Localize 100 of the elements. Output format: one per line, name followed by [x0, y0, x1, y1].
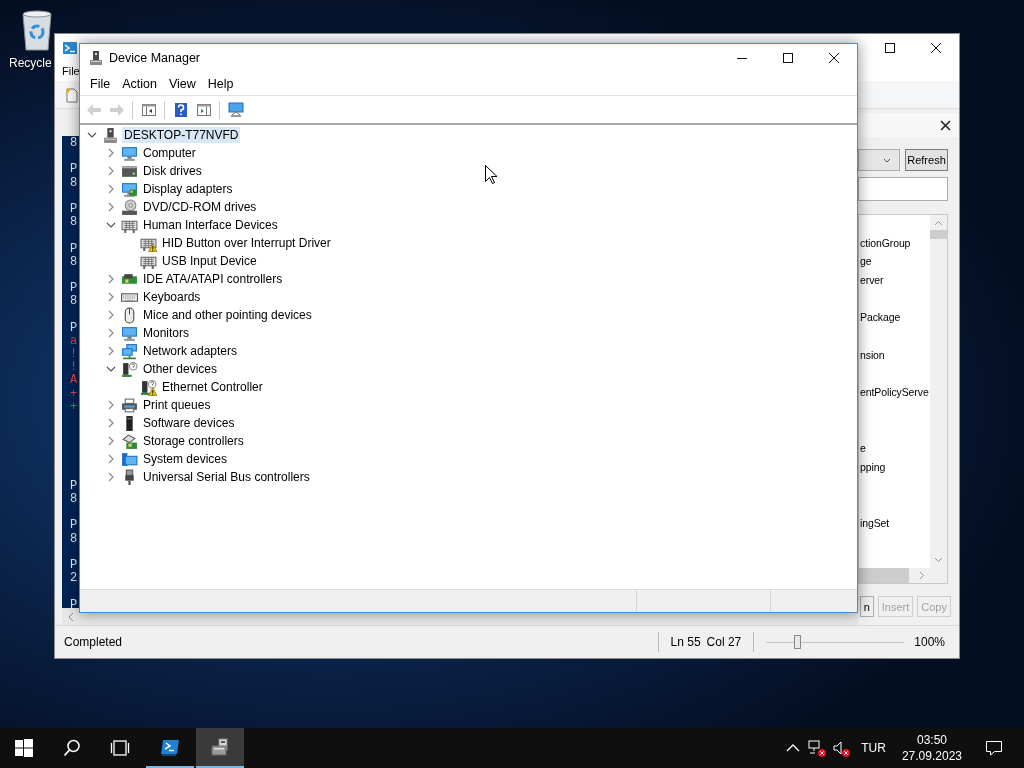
list-item[interactable]: ge [860, 255, 872, 268]
system-device-icon [121, 450, 138, 468]
new-file-icon[interactable] [64, 86, 80, 103]
menu-item[interactable]: View [162, 76, 202, 91]
console-text: P [70, 559, 78, 572]
clock-date[interactable]: 27.09.2023 [901, 749, 962, 763]
properties-icon[interactable] [195, 101, 212, 118]
console-text: 8 [70, 295, 78, 309]
tree-item[interactable]: Universal Serial Bus controllers [141, 469, 312, 485]
tree-item[interactable]: Monitors [141, 325, 191, 341]
scroll-right-icon[interactable] [919, 571, 925, 580]
close-icon [931, 42, 941, 53]
disc-drive-icon [121, 198, 138, 216]
console-text: P [70, 519, 78, 533]
list-item[interactable]: Package [860, 311, 901, 324]
tree-item[interactable]: Ethernet Controller [160, 379, 265, 395]
cursor-icon [485, 165, 497, 184]
scrollbar-thumb[interactable] [930, 230, 947, 239]
console-text: a [70, 334, 78, 348]
tree-item[interactable]: DESKTOP-T77NVFD [122, 127, 241, 143]
column-number: Col 27 [706, 635, 742, 649]
terminal-icon [62, 39, 78, 56]
computer-scan-icon[interactable] [227, 101, 244, 118]
printer-icon [121, 396, 138, 414]
tree-item[interactable]: Keyboards [141, 289, 203, 305]
console-text: 8 [70, 176, 78, 190]
desktop-icon-label[interactable]: Recycle [9, 56, 52, 70]
computer-icon [88, 50, 104, 66]
scroll-up-icon[interactable] [934, 220, 943, 226]
tree-item[interactable]: DVD/CD-ROM drives [141, 199, 259, 215]
search-field[interactable] [858, 177, 948, 201]
tree-item[interactable]: Mice and other pointing devices [141, 307, 314, 323]
tree-item[interactable]: HID Button over Interrupt Driver [160, 235, 333, 251]
storage-controller-icon [121, 432, 138, 450]
list-item[interactable]: ingSet [860, 517, 890, 529]
tree-item[interactable]: USB Input Device [160, 253, 259, 269]
console-tree-icon[interactable] [140, 101, 157, 118]
window-title: Device Manager [109, 51, 200, 65]
tree-item[interactable]: Storage controllers [141, 433, 246, 449]
tree-item[interactable]: Network adapters [141, 343, 240, 359]
line-number: Ln 55 [670, 635, 701, 649]
list-item[interactable]: pping [860, 460, 886, 473]
maximize-icon [885, 42, 895, 53]
slider-thumb[interactable] [793, 635, 801, 649]
status-text: Completed [64, 635, 123, 649]
console-text: P [70, 479, 78, 493]
menu-item[interactable]: Help [201, 76, 240, 91]
refresh-button[interactable]: Refresh [905, 149, 948, 171]
console-text: 8 [70, 216, 78, 230]
vertical-scrollbar[interactable] [930, 215, 947, 568]
tree-item[interactable]: Disk drives [141, 163, 204, 179]
console-text: ! [70, 348, 78, 361]
list-item[interactable]: erver [860, 274, 884, 287]
console-text: P [70, 163, 78, 177]
tree-item[interactable]: Computer [141, 145, 198, 161]
display-adapter-icon [121, 180, 138, 198]
console-text: + [70, 387, 78, 401]
console-text: P [70, 321, 78, 335]
list-item[interactable]: nsion [860, 348, 885, 361]
close-icon [829, 53, 839, 63]
console-text: 2 [70, 572, 78, 586]
scroll-down-icon[interactable] [934, 557, 943, 563]
console-text: 8 [70, 532, 78, 546]
help-icon[interactable] [172, 101, 189, 118]
clock-time[interactable]: 03:50 [916, 733, 947, 747]
computer-icon [210, 737, 230, 757]
tree-item[interactable]: System devices [141, 451, 230, 467]
menu-item[interactable]: File [62, 65, 80, 77]
console-text: ! [70, 361, 78, 375]
tree-item[interactable]: Other devices [141, 361, 220, 377]
tree-item[interactable]: Software devices [141, 415, 237, 431]
console-text: + [70, 400, 78, 414]
button[interactable]: n [859, 596, 874, 617]
taskbar-app-button[interactable] [196, 728, 244, 768]
monitor-icon [121, 324, 138, 342]
console-text: A [70, 374, 78, 388]
horizontal-scrollbar[interactable] [859, 568, 947, 583]
console-text: P [70, 242, 78, 256]
caret-icon [883, 157, 891, 163]
console-text: 8 [70, 137, 78, 151]
close-button[interactable] [937, 117, 953, 133]
menu-item[interactable]: Action [116, 76, 163, 91]
dropdown[interactable] [858, 149, 900, 171]
tree-item[interactable]: IDE ATA/ATAPI controllers [141, 271, 285, 287]
tree-item[interactable]: Human Interface Devices [141, 217, 280, 233]
menu-item[interactable]: File [84, 76, 117, 91]
search-icon [62, 738, 82, 758]
monitor-icon [121, 144, 138, 162]
computer-icon [102, 126, 119, 144]
language-indicator[interactable]: TUR [853, 728, 894, 768]
task-view-icon [110, 738, 130, 758]
list-item[interactable]: e [860, 442, 866, 455]
tree-item[interactable]: Display adapters [141, 181, 235, 197]
notification-icon [984, 738, 1004, 758]
list-item[interactable]: ctionGroup [860, 236, 911, 249]
tree-item[interactable]: Print queues [141, 397, 213, 413]
terminal-icon [160, 737, 180, 757]
list-item[interactable]: entPolicyServe [860, 386, 929, 399]
console-text: 8 [70, 493, 78, 507]
console-text: P [70, 598, 78, 608]
